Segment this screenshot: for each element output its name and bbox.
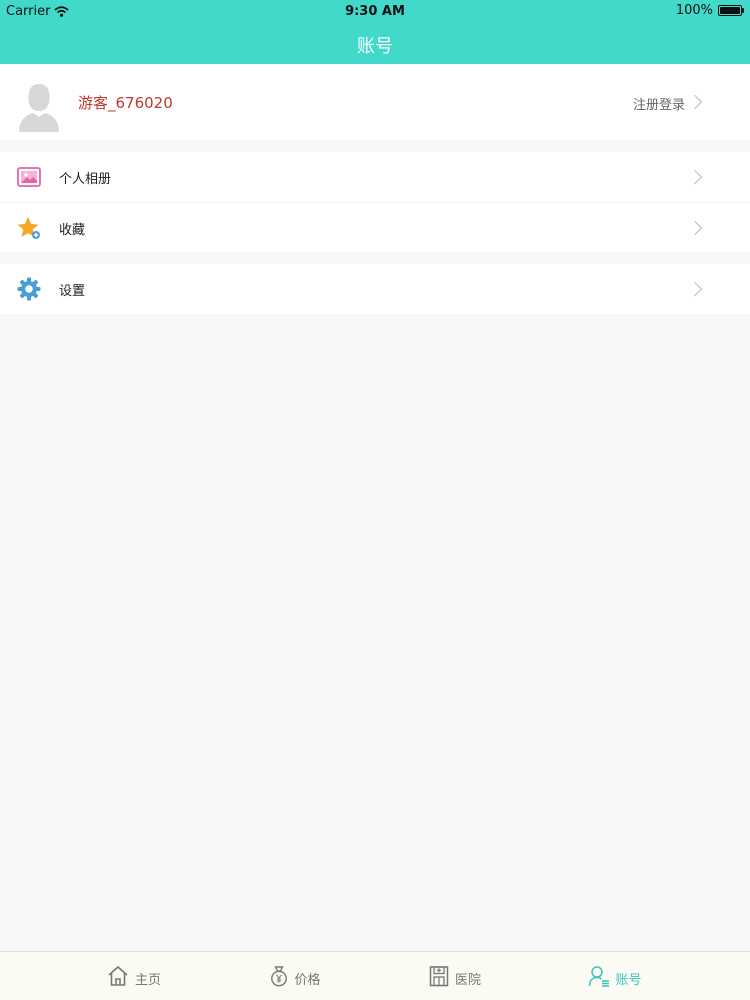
menu-item-settings[interactable]: 设置 (0, 264, 750, 314)
tab-home[interactable]: 主页 (0, 952, 188, 1000)
menu-group-primary: 个人相册 收藏 (0, 152, 750, 252)
tab-hospital[interactable]: 医院 (375, 952, 563, 1000)
tab-label-price: 价格 (294, 973, 321, 988)
username: 游客_676020 (78, 94, 173, 112)
hospital-icon (429, 966, 449, 987)
tab-account[interactable]: 账号 (563, 952, 750, 1000)
tab-label-home: 主页 (135, 973, 162, 988)
chevron-right-icon (687, 281, 703, 297)
tab-price[interactable]: 价格 (188, 952, 376, 1000)
register-login-link[interactable]: 注册登录 (633, 94, 685, 113)
tab-label-account: 账号 (615, 973, 642, 988)
battery-indicator: 100% (676, 3, 744, 18)
navigation-bar: Carrier 9:30 AM 100% 账号 (0, 0, 750, 64)
tab-label-hospital: 医院 (455, 973, 482, 988)
chevron-right-icon (687, 220, 703, 236)
avatar-placeholder-icon (19, 84, 59, 132)
home-icon (108, 966, 128, 986)
gear-icon (17, 277, 41, 301)
menu-group-settings: 设置 (0, 264, 750, 314)
page-title: 账号 (357, 36, 393, 57)
battery-icon (718, 5, 742, 16)
profile-row[interactable]: 游客_676020 注册登录 (0, 64, 750, 140)
status-bar: Carrier 9:30 AM 100% (0, 0, 750, 22)
chevron-right-icon (687, 169, 703, 185)
star-favorite-icon (17, 217, 40, 239)
menu-label-favorites: 收藏 (59, 223, 86, 238)
menu-item-favorites[interactable]: 收藏 (0, 202, 750, 252)
menu-label-album: 个人相册 (59, 172, 112, 187)
battery-percent: 100% (675, 3, 713, 18)
tab-bar: 主页 价格 医院 账号 (0, 951, 750, 1000)
money-bag-icon (270, 966, 287, 987)
status-time: 9:30 AM (345, 4, 405, 19)
account-icon (588, 966, 609, 987)
menu-label-settings: 设置 (59, 284, 86, 299)
photo-album-icon (17, 167, 41, 187)
chevron-right-icon (687, 94, 703, 110)
menu-item-album[interactable]: 个人相册 (0, 152, 750, 202)
